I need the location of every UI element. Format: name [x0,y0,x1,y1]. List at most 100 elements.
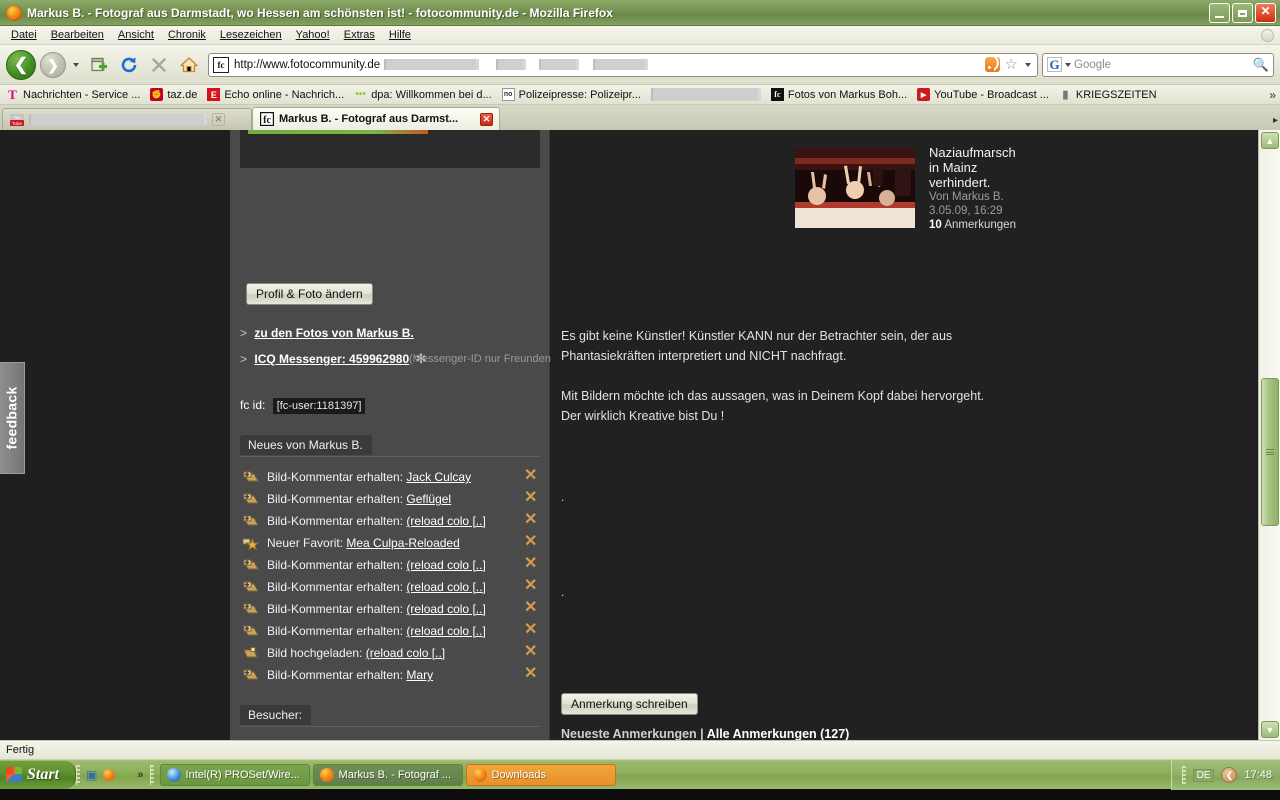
news-delete-button-8[interactable]: ✕ [524,644,537,660]
news-delete-button-1[interactable]: ✕ [524,490,537,506]
menu-item-hilfe[interactable]: Hilfe [382,27,418,43]
tab-markus-b-fotograf[interactable]: fc Markus B. - Fotograf aus Darmst... ✕ [252,107,500,130]
firefox-icon[interactable] [103,768,116,781]
news-delete-button-3[interactable]: ✕ [524,534,537,550]
news-link-0[interactable]: Jack Culcay [406,470,471,484]
flower-icon[interactable]: ✻ [121,768,131,782]
comments-nav-all[interactable]: Alle Anmerkungen (127) [707,727,850,740]
bookmark-kriegszeiten[interactable]: ▮ KRIEGSZEITEN [1055,87,1161,102]
tab-scroll-right-icon[interactable]: ▸ [1273,115,1278,126]
stop-button[interactable] [146,52,172,78]
fc-id-value[interactable]: [fc-user:1181397] [272,398,366,414]
urlbar-dropdown-icon[interactable] [1025,62,1031,67]
naziaufmarsch-photo[interactable] [795,148,915,228]
rss-icon[interactable] [984,57,1000,72]
google-icon[interactable]: G [1047,57,1062,72]
tab-label-redacted [29,114,207,125]
news-delete-button-6[interactable]: ✕ [524,600,537,616]
link-to-photos[interactable]: > zu den Fotos von Markus B. [240,326,414,340]
taskbar-button-downloads[interactable]: Downloads [465,763,616,786]
news-delete-button-7[interactable]: ✕ [524,622,537,638]
bookmark-echo-online[interactable]: E Echo online - Nachrich... [203,87,348,102]
tray-expand-icon[interactable]: ❮ [1221,767,1238,783]
nav-dropdown-button[interactable] [70,52,82,78]
news-delete-button-0[interactable]: ✕ [524,468,537,484]
comments-nav-newest[interactable]: Neueste Anmerkungen [561,727,697,740]
news-link-5[interactable]: (reload colo [..] [406,580,485,594]
scroll-up-button[interactable]: ▲ [1261,132,1279,149]
address-bar[interactable]: fc http://www.fotocommunity.de ☆ [208,52,1038,77]
taskbar-button-firefox[interactable]: Markus B. - Fotograf ... [312,763,463,786]
search-input[interactable]: Google [1074,59,1250,71]
menu-item-lesezeichen[interactable]: Lesezeichen [213,27,289,43]
language-indicator[interactable]: DE [1192,768,1215,782]
news-delete-button-4[interactable]: ✕ [524,556,537,572]
quicklaunch-overflow-icon[interactable]: » [137,769,143,781]
news-link-4[interactable]: (reload colo [..] [406,558,485,572]
bookmark-polizeipresse[interactable]: no Polizeipresse: Polizeipr... [498,87,645,102]
news-delete-button-5[interactable]: ✕ [524,578,537,594]
new-tab-button[interactable] [86,52,112,78]
fc-id-row: fc id: [fc-user:1181397] [240,398,366,414]
menu-item-datei[interactable]: Datei [4,27,44,43]
home-button[interactable] [176,52,202,78]
close-button[interactable]: ✕ [1255,3,1276,23]
bookmark-redacted[interactable] [647,87,765,102]
link-arrow-icon: > [240,326,248,340]
scroll-down-button[interactable]: ▼ [1261,721,1279,738]
magnifier-icon[interactable]: 🔍 [1253,57,1269,73]
search-bar[interactable]: G Google 🔍 [1042,52,1274,77]
tab-close-button-active[interactable]: ✕ [480,112,493,126]
reload-button[interactable] [116,52,142,78]
news-link-7[interactable]: (reload colo [..] [406,624,485,638]
bookmarks-overflow-icon[interactable]: » [1269,88,1276,102]
menu-overflow-button[interactable] [1261,29,1274,42]
show-desktop-icon[interactable]: ▣ [86,768,97,782]
news-link-3[interactable]: Mea Culpa-Reloaded [346,536,459,550]
menu-item-extras[interactable]: Extras [337,27,382,43]
news-link-9[interactable]: Mary [406,668,433,682]
tasks-grip[interactable] [149,764,154,785]
bookmark-youtube[interactable]: ▶ YouTube - Broadcast ... [913,87,1053,102]
featured-title-line1[interactable]: Naziaufmarsch [929,145,1016,160]
taskbar-button-intel-proset[interactable]: Intel(R) PROSet/Wire... [159,763,310,786]
tray-grip[interactable] [1181,766,1186,784]
news-link-2[interactable]: (reload colo [..] [406,514,485,528]
news-link-6[interactable]: (reload colo [..] [406,602,485,616]
tab-youtube[interactable]: You Tube ✕ [2,108,252,130]
menu-item-bearbeiten[interactable]: Bearbeiten [44,27,111,43]
link-icq-label[interactable]: ICQ Messenger: 459962980 [254,352,409,366]
taskbar-button-label-0: Intel(R) PROSet/Wire... [185,768,300,781]
news-link-8[interactable]: (reload colo [..] [366,646,445,660]
comment-received-icon [242,580,260,595]
back-button[interactable]: ❮ [6,49,36,80]
news-delete-button-9[interactable]: ✕ [524,666,537,682]
link-to-photos-label[interactable]: zu den Fotos von Markus B. [254,326,413,340]
bookmark-dpa[interactable]: ••• dpa: Willkommen bei d... [350,87,495,102]
news-link-1[interactable]: Geflügel [406,492,451,506]
featured-title-line2[interactable]: in Mainz [929,160,1016,175]
news-row-text-4: Bild-Kommentar erhalten: (reload colo [.… [267,558,486,572]
write-comment-button[interactable]: Anmerkung schreiben [561,693,698,715]
menu-item-chronik[interactable]: Chronik [161,27,213,43]
minimize-button[interactable] [1209,3,1230,23]
feedback-tab[interactable]: feedback [0,362,25,474]
edit-profile-button[interactable]: Profil & Foto ändern [246,283,373,305]
tab-close-button[interactable]: ✕ [212,113,225,126]
bookmark-star-icon[interactable]: ☆ [1005,57,1018,72]
menu-item-ansicht[interactable]: Ansicht [111,27,161,43]
link-icq-messenger[interactable]: > ICQ Messenger: 459962980 ✻ [240,351,426,367]
menu-item-yahoo[interactable]: Yahoo! [289,27,337,43]
search-engine-chevron-icon[interactable] [1065,62,1071,67]
news-delete-button-2[interactable]: ✕ [524,512,537,528]
bookmark-taz-de[interactable]: ✊ taz.de [146,87,201,102]
bookmark-fotos-von-markus[interactable]: fc Fotos von Markus Boh... [767,87,911,102]
bookmark-nachrichten-service[interactable]: T Nachrichten - Service ... [2,87,144,102]
scrollbar-thumb[interactable] [1261,378,1279,526]
start-button[interactable]: Start [0,760,77,789]
forward-button[interactable]: ❯ [40,51,66,78]
page-vertical-scrollbar[interactable]: ▲ ▼ [1258,130,1280,740]
featured-title-line3[interactable]: verhindert. [929,175,1016,190]
maximize-button[interactable] [1232,3,1253,23]
clock[interactable]: 17:48 [1244,769,1272,781]
